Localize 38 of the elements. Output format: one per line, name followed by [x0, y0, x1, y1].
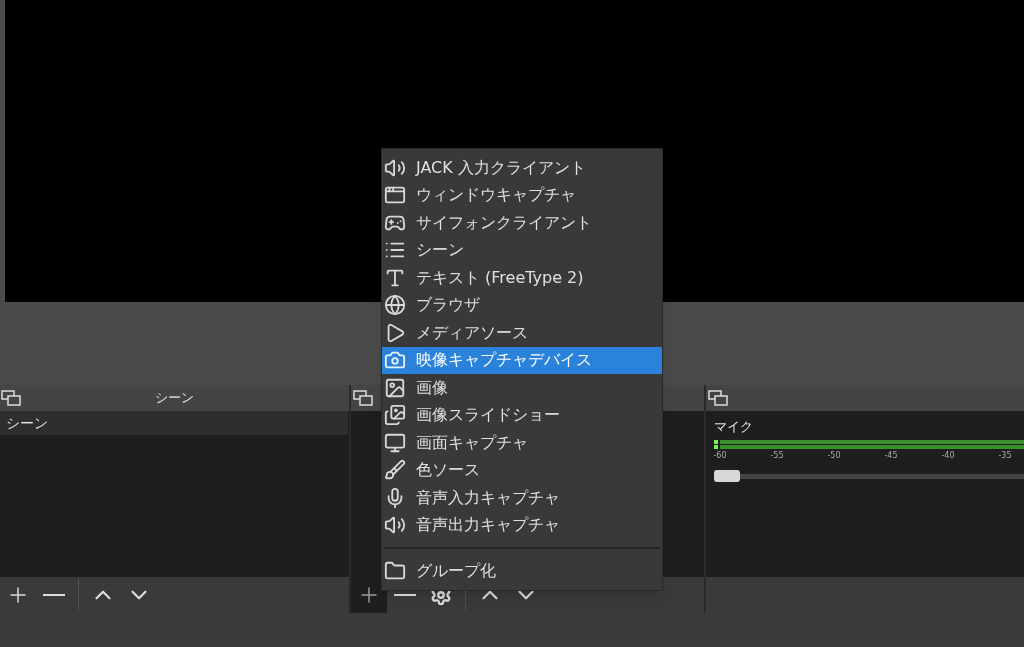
- monitor-icon: [384, 431, 406, 454]
- menu-item[interactable]: 色ソース: [382, 456, 662, 484]
- add-button[interactable]: [351, 577, 387, 613]
- minus-icon: [43, 594, 65, 596]
- slider-thumb[interactable]: [714, 470, 740, 482]
- menu-item[interactable]: グループ化: [382, 557, 662, 585]
- globe-icon: [384, 294, 406, 317]
- channel-name: マイク: [714, 419, 754, 435]
- menu-item[interactable]: 音声入力キャプチャ: [382, 484, 662, 512]
- menu-item[interactable]: 音声出力キャプチャ: [382, 511, 662, 539]
- meter-tick-label: -60: [713, 450, 727, 462]
- menu-item[interactable]: 画像スライドショー: [382, 401, 662, 429]
- dock-float-icon[interactable]: [353, 390, 373, 406]
- meter-tick-label: -40: [941, 450, 955, 462]
- menu-item[interactable]: JACK 入力クライアント: [382, 154, 662, 182]
- menu-item[interactable]: 映像キャプチャデバイス: [382, 346, 662, 374]
- menu-item[interactable]: サイフォンクライアント: [382, 209, 662, 237]
- meter-tick-label: -45: [884, 450, 898, 462]
- meter-tick-label: -35: [998, 450, 1012, 462]
- menu-item[interactable]: ウィンドウキャプチャ: [382, 181, 662, 209]
- menu-item[interactable]: テキスト (FreeType 2): [382, 264, 662, 292]
- volume-slider[interactable]: [714, 470, 1024, 482]
- brush-icon: [384, 459, 406, 482]
- menu-item[interactable]: ブラウザ: [382, 291, 662, 319]
- dock-float-icon[interactable]: [1, 390, 21, 406]
- folder-icon: [384, 559, 406, 582]
- menu-item[interactable]: 画面キャプチャ: [382, 429, 662, 457]
- menu-item[interactable]: シーン: [382, 236, 662, 264]
- dock-title: シーン: [155, 389, 194, 408]
- image-icon: [384, 376, 406, 399]
- menu-item[interactable]: 画像: [382, 374, 662, 402]
- meter-tick-label: -55: [770, 450, 784, 462]
- scene-item[interactable]: シーン: [0, 411, 348, 435]
- meter-tick-label: -50: [827, 450, 841, 462]
- images-icon: [384, 404, 406, 427]
- menu-item[interactable]: メディアソース: [382, 319, 662, 347]
- minus-icon: [394, 594, 416, 596]
- dock-float-icon[interactable]: [708, 390, 728, 406]
